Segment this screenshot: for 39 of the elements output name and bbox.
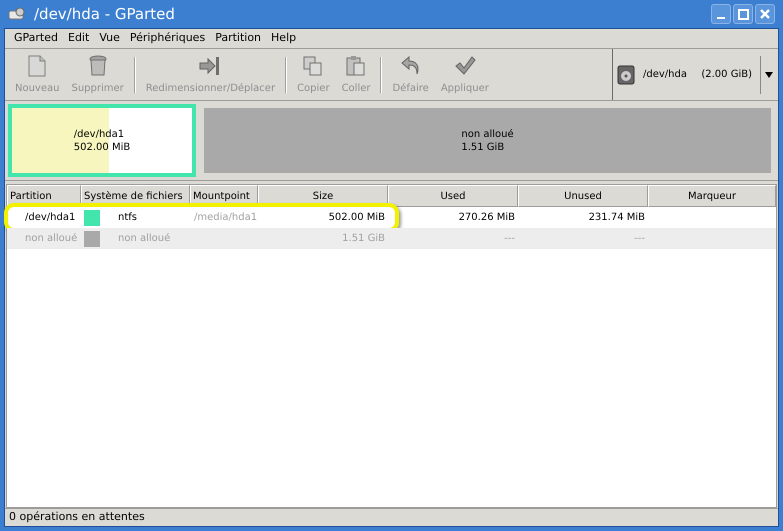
maximize-button[interactable] xyxy=(733,4,753,24)
minimize-button[interactable] xyxy=(711,4,731,24)
caret-icon xyxy=(764,70,774,78)
menu-item[interactable]: Vue xyxy=(94,30,125,47)
mountpoint-cell-text: /media/hda1 xyxy=(193,211,258,225)
minimize-icon xyxy=(717,17,725,19)
unused-cell-text: --- xyxy=(633,232,646,246)
menu-item[interactable]: Périphériques xyxy=(124,30,210,47)
menu-item[interactable]: Partition xyxy=(210,30,266,47)
partition-size: 1.51 GiB xyxy=(461,140,506,154)
menu-item[interactable]: Edit xyxy=(63,30,94,47)
size-cell-text: 1.51 GiB xyxy=(341,232,386,246)
used-cell-text: 270.26 MiB xyxy=(458,211,516,225)
menu-item[interactable]: Help xyxy=(266,30,302,47)
partition-block[interactable]: /dev/hda1 502.00 MiB xyxy=(8,104,196,177)
close-button[interactable] xyxy=(755,4,775,24)
column-header[interactable]: Unused xyxy=(518,185,648,207)
filesystem-cell-text: ntfs xyxy=(118,211,137,225)
column-header[interactable]: Used xyxy=(388,185,518,207)
size-cell-text: 502.00 MiB xyxy=(328,211,386,225)
partition-cell-text: non alloué xyxy=(24,232,78,246)
filesystem-cell-text: non alloué xyxy=(118,232,170,246)
check-mark-icon xyxy=(452,54,477,78)
status-text: 0 opérations en attentes xyxy=(9,509,145,526)
close-icon xyxy=(760,9,770,19)
device-size: (2.00 GiB) xyxy=(701,68,752,82)
partition-name: non alloué xyxy=(461,128,514,140)
partition-size: 502.00 MiB xyxy=(74,140,130,154)
maximize-icon xyxy=(738,8,748,20)
partition-name: /dev/hda1 xyxy=(74,128,126,140)
partition-cell-text: /dev/hda1 xyxy=(24,211,76,225)
unused-cell-text: 231.74 MiB xyxy=(588,211,646,225)
device-dropdown-button[interactable] xyxy=(760,56,774,94)
window-title: /dev/hda - GParted xyxy=(34,4,176,25)
column-header[interactable]: Marqueur xyxy=(648,185,776,207)
menu-item[interactable]: GParted xyxy=(9,30,63,47)
used-cell-text: --- xyxy=(503,232,516,246)
device-name: /dev/hda xyxy=(643,68,687,82)
app-icon xyxy=(8,7,26,21)
